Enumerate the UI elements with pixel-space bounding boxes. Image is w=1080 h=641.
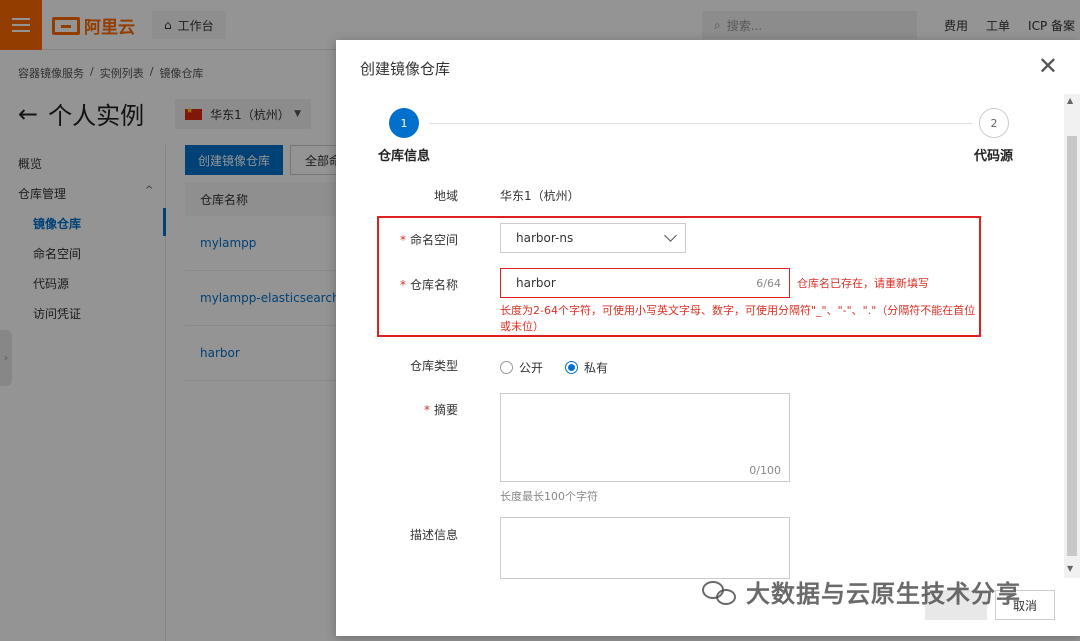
repo-name-counter: 6/64 (756, 277, 781, 290)
description-textarea[interactable] (500, 517, 790, 579)
scrollbar-thumb[interactable] (1067, 136, 1077, 556)
required-marker: * (423, 403, 430, 417)
scroll-up-arrow-icon[interactable]: ▲ (1067, 96, 1073, 105)
region-label: 地域 (433, 189, 458, 203)
step-2-label: 代码源 (974, 149, 1014, 164)
radio-public-circle[interactable] (500, 361, 513, 374)
close-icon[interactable]: ✕ (1038, 54, 1058, 78)
radio-public[interactable]: 公开 (500, 359, 543, 376)
create-repo-dialog: 创建镜像仓库 ✕ ▲ ▼ 1 2 仓库信息 代码源 地域 华东1（杭州） * 命名… (336, 40, 1080, 636)
namespace-select-value: harbor-ns (516, 231, 574, 245)
repo-name-label-text: 仓库名称 (409, 278, 458, 292)
summary-counter: 0/100 (749, 464, 781, 477)
radio-private[interactable]: 私有 (565, 359, 608, 376)
repo-name-error: 仓库名已存在，请重新填写 (797, 277, 929, 290)
summary-textarea[interactable]: 0/100 (500, 393, 790, 482)
radio-private-label: 私有 (584, 361, 609, 375)
namespace-label: * 命名空间 (358, 231, 458, 248)
namespace-select[interactable]: harbor-ns (500, 223, 686, 253)
region-value: 华东1（杭州） (500, 189, 580, 203)
required-marker: * (399, 233, 406, 247)
chevron-down-icon (664, 229, 677, 242)
step-1-label: 仓库信息 (378, 149, 431, 164)
radio-public-label: 公开 (519, 361, 544, 375)
summary-label: * 摘要 (358, 401, 458, 418)
watermark-text: 大数据与云原生技术分享 (746, 580, 1021, 608)
required-marker: * (399, 278, 406, 292)
step-1-indicator: 1 (389, 108, 419, 138)
description-label: 描述信息 (409, 528, 458, 542)
summary-label-text: 摘要 (433, 403, 458, 417)
repo-name-input-value: harbor (516, 276, 556, 290)
wechat-icon (700, 577, 740, 607)
step-2-indicator: 2 (979, 108, 1009, 138)
scroll-down-arrow-icon[interactable]: ▼ (1067, 564, 1073, 573)
repo-name-input[interactable]: harbor 6/64 (500, 268, 790, 298)
watermark: 大数据与云原生技术分享 (700, 574, 1021, 609)
step-connector (429, 123, 972, 124)
repo-type-label: 仓库类型 (409, 359, 458, 373)
repo-name-label: * 仓库名称 (358, 276, 458, 293)
namespace-label-text: 命名空间 (409, 233, 458, 247)
repo-name-help-text: 长度为2-64个字符，可使用小写英文字母、数字，可使用分隔符"_"、"-"、".… (500, 304, 976, 333)
summary-hint: 长度最长100个字符 (500, 490, 598, 503)
dialog-title: 创建镜像仓库 (360, 60, 451, 78)
radio-private-circle[interactable] (565, 361, 578, 374)
dialog-scrollbar[interactable]: ▲ ▼ (1064, 94, 1080, 578)
